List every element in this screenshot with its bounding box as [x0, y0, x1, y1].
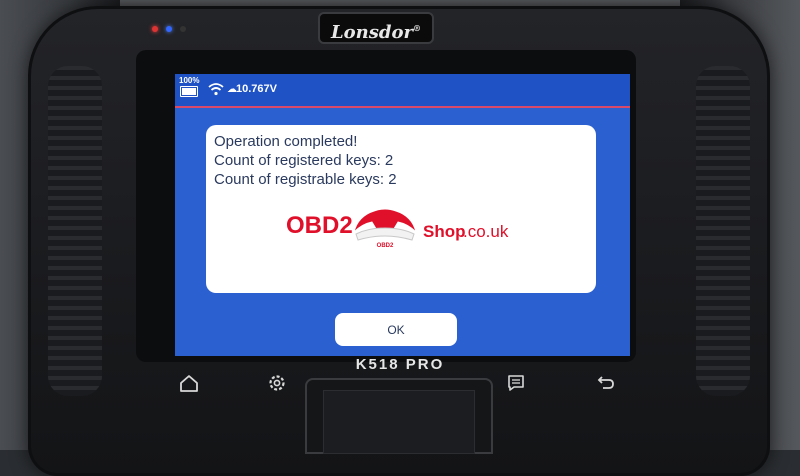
watermark-shop: Shop: [423, 222, 466, 241]
left-grip: [48, 66, 102, 396]
watermark-domain: .co.uk: [463, 222, 509, 241]
status-bar: 100% ☁ 10.767V: [175, 74, 630, 108]
brand-logo: Lonsdor®: [318, 12, 434, 44]
voltage-reading: 10.767V: [236, 83, 277, 95]
right-grip: [696, 66, 750, 396]
watermark: OBD2 OBD2 Shop .co.uk: [286, 206, 526, 250]
message-icon[interactable]: [505, 372, 527, 394]
registrable-keys-count: Count of registrable keys: 2: [214, 171, 397, 188]
ok-button[interactable]: OK: [335, 313, 457, 346]
battery-percent: 100%: [179, 76, 200, 85]
brand-name: Lonsdor: [331, 22, 413, 43]
status-led: [166, 26, 172, 32]
battery-icon: [180, 86, 198, 97]
registered-keys-count: Count of registered keys: 2: [214, 152, 394, 169]
home-icon[interactable]: [178, 372, 200, 394]
settings-gear-icon[interactable]: [266, 372, 288, 394]
indicator-led: [180, 26, 186, 32]
wifi-icon: [208, 83, 224, 96]
power-led: [152, 26, 158, 32]
dialog-message: Operation completed!: [214, 133, 358, 150]
model-label: K518 PRO: [355, 356, 445, 373]
key-slot: [305, 378, 493, 454]
car-logo-icon: OBD2: [353, 208, 417, 249]
car-badge-text: OBD2: [377, 243, 394, 249]
back-icon[interactable]: [594, 372, 616, 394]
watermark-obd2: OBD2: [286, 212, 353, 239]
registered-mark: ®: [412, 23, 421, 33]
key-slot-inner: [323, 390, 475, 454]
